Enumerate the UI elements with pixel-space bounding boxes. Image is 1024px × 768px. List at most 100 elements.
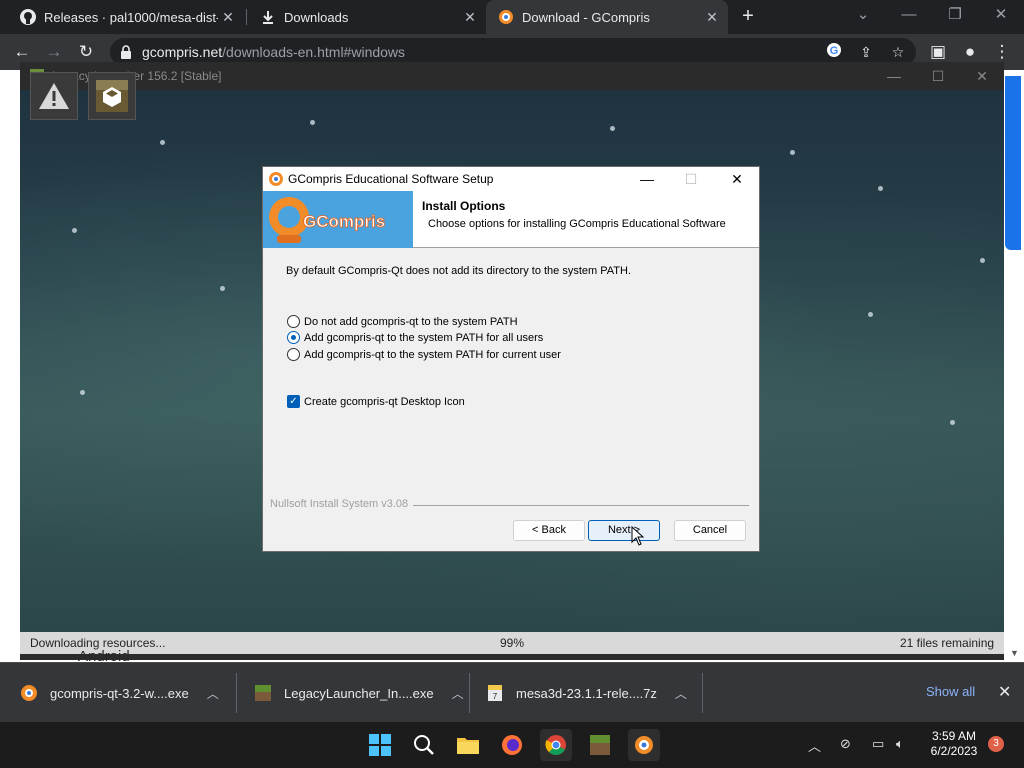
header-title: Install Options	[422, 199, 506, 213]
restore-button[interactable]: ❐	[932, 0, 978, 30]
search-icon	[414, 735, 434, 755]
download-item[interactable]: gcompris-qt-3.2-w....exe ︿	[20, 663, 219, 723]
new-tab-button[interactable]: +	[736, 5, 760, 29]
launcher-maximize-button[interactable]: ☐	[916, 62, 960, 90]
side-panel-icon[interactable]: ▣	[926, 40, 950, 64]
show-all-link[interactable]: Show all	[926, 684, 975, 699]
firefox-button[interactable]	[496, 729, 528, 761]
divider	[413, 505, 749, 506]
dialog-close-button[interactable]: ✕	[715, 167, 759, 191]
launcher-minimize-button[interactable]: —	[872, 62, 916, 90]
scroll-down-arrow-icon[interactable]: ▼	[1010, 648, 1019, 658]
setup-dialog: GCompris Educational Software Setup — ☐ …	[262, 166, 760, 552]
close-icon[interactable]: ✕	[998, 682, 1011, 702]
launcher-close-button[interactable]: ✕	[960, 62, 1004, 90]
windows-logo-icon	[369, 734, 391, 756]
launcher-status-bar: Downloading resources... 99% 21 files re…	[20, 632, 1004, 654]
divider	[236, 673, 237, 713]
header-subtitle: Choose options for installing GCompris E…	[428, 218, 726, 230]
radio-circle[interactable]	[287, 348, 300, 361]
star	[80, 390, 85, 395]
dialog-minimize-button[interactable]: —	[625, 167, 669, 191]
star	[610, 126, 615, 131]
grass-block-icon	[590, 735, 610, 755]
google-lens-icon[interactable]: G	[824, 42, 844, 62]
tab-gcompris[interactable]: Download - GCompris ✕	[486, 0, 728, 34]
chevron-up-icon[interactable]: ︿	[207, 685, 219, 702]
tab-label: Releases · pal1000/mesa-dist-win	[44, 9, 218, 25]
forward-arrow-icon[interactable]: →	[42, 40, 66, 64]
close-icon[interactable]: ✕	[218, 9, 238, 26]
gcompris-logo: GCompris	[263, 191, 413, 248]
profile-icon[interactable]: ●	[958, 40, 982, 64]
tab-downloads[interactable]: Downloads ✕	[248, 0, 486, 34]
tab-releases[interactable]: Releases · pal1000/mesa-dist-win ✕	[8, 0, 244, 34]
gcompris-icon	[635, 736, 653, 754]
close-window-button[interactable]: ✕	[978, 0, 1024, 30]
legacy-launcher-button[interactable]	[584, 729, 616, 761]
divider	[702, 673, 703, 713]
checkmark-icon[interactable]: ✓	[287, 395, 300, 408]
display-icon[interactable]: ▭	[872, 736, 884, 752]
launcher-logo-button[interactable]	[88, 72, 136, 120]
dialog-titlebar: GCompris Educational Software Setup — ☐ …	[263, 167, 759, 191]
star	[220, 286, 225, 291]
intro-text: By default GCompris-Qt does not add its …	[286, 265, 632, 277]
dialog-maximize-button: ☐	[684, 171, 698, 187]
download-filename: LegacyLauncher_In....exe	[284, 685, 434, 701]
file-explorer-button[interactable]	[452, 729, 484, 761]
start-button[interactable]	[364, 729, 396, 761]
cancel-button[interactable]: Cancel	[674, 520, 746, 541]
cube-logo-icon	[96, 80, 128, 112]
star	[980, 258, 985, 263]
search-button[interactable]	[408, 729, 440, 761]
download-item[interactable]: LegacyLauncher_In....exe ︿	[254, 663, 464, 723]
github-icon	[20, 9, 36, 25]
svg-text:G: G	[830, 45, 839, 57]
share-icon[interactable]: ⇪	[856, 42, 876, 62]
network-off-icon[interactable]: ⊘	[840, 736, 851, 752]
minimize-button[interactable]: —	[886, 0, 932, 30]
download-item[interactable]: 7 mesa3d-23.1.1-rele....7z ︿	[486, 663, 687, 723]
radio-circle-selected[interactable]	[287, 331, 300, 344]
next-button[interactable]: Next >	[588, 520, 660, 541]
download-filename: gcompris-qt-3.2-w....exe	[50, 685, 189, 701]
tab-label: Downloads	[284, 9, 349, 25]
url-host: gcompris.net	[142, 44, 223, 60]
close-icon[interactable]: ✕	[460, 9, 480, 26]
radio-no-path[interactable]: Do not add gcompris-qt to the system PAT…	[287, 315, 518, 328]
chevron-up-icon[interactable]: ︿	[452, 685, 464, 702]
menu-kebab-icon[interactable]: ⋮	[990, 40, 1014, 64]
taskbar: ︿ ⊘ ▭ 🔈︎ 3:59 AM 6/2/2023 3	[0, 722, 1024, 768]
tab-separator	[246, 9, 247, 25]
star	[160, 140, 165, 145]
chevron-up-icon[interactable]: ︿	[808, 736, 821, 755]
firefox-icon	[502, 735, 522, 755]
nsis-branding: Nullsoft Install System v3.08	[270, 498, 409, 510]
svg-text:7: 7	[493, 692, 498, 701]
warning-button[interactable]	[30, 72, 78, 120]
gcompris-icon	[268, 171, 284, 187]
status-progress-text: 99%	[500, 636, 525, 650]
divider	[469, 673, 470, 713]
tab-search-chevron-icon[interactable]: ⌄	[840, 0, 886, 30]
notification-badge[interactable]: 3	[988, 736, 1004, 752]
system-clock[interactable]: 3:59 AM 6/2/2023	[924, 729, 984, 759]
gcompris-icon	[498, 9, 514, 25]
bookmark-star-icon[interactable]: ☆	[888, 42, 908, 62]
gcompris-setup-button[interactable]	[628, 729, 660, 761]
back-button[interactable]: < Back	[513, 520, 585, 541]
volume-icon[interactable]: 🔈︎	[896, 736, 904, 752]
desktop-icon-checkbox[interactable]: ✓ Create gcompris-qt Desktop Icon	[287, 395, 465, 408]
radio-path-all-users[interactable]: Add gcompris-qt to the system PATH for a…	[287, 331, 543, 344]
chrome-button[interactable]	[540, 729, 572, 761]
chevron-up-icon[interactable]: ︿	[675, 685, 687, 702]
radio-circle[interactable]	[287, 315, 300, 328]
star	[72, 228, 77, 233]
back-arrow-icon[interactable]: ←	[10, 40, 34, 64]
radio-path-current-user[interactable]: Add gcompris-qt to the system PATH for c…	[287, 348, 561, 361]
reload-icon[interactable]: ↻	[74, 40, 98, 64]
close-icon[interactable]: ✕	[702, 9, 722, 26]
radio-label: Do not add gcompris-qt to the system PAT…	[304, 315, 518, 328]
mouse-cursor-icon	[631, 526, 645, 546]
